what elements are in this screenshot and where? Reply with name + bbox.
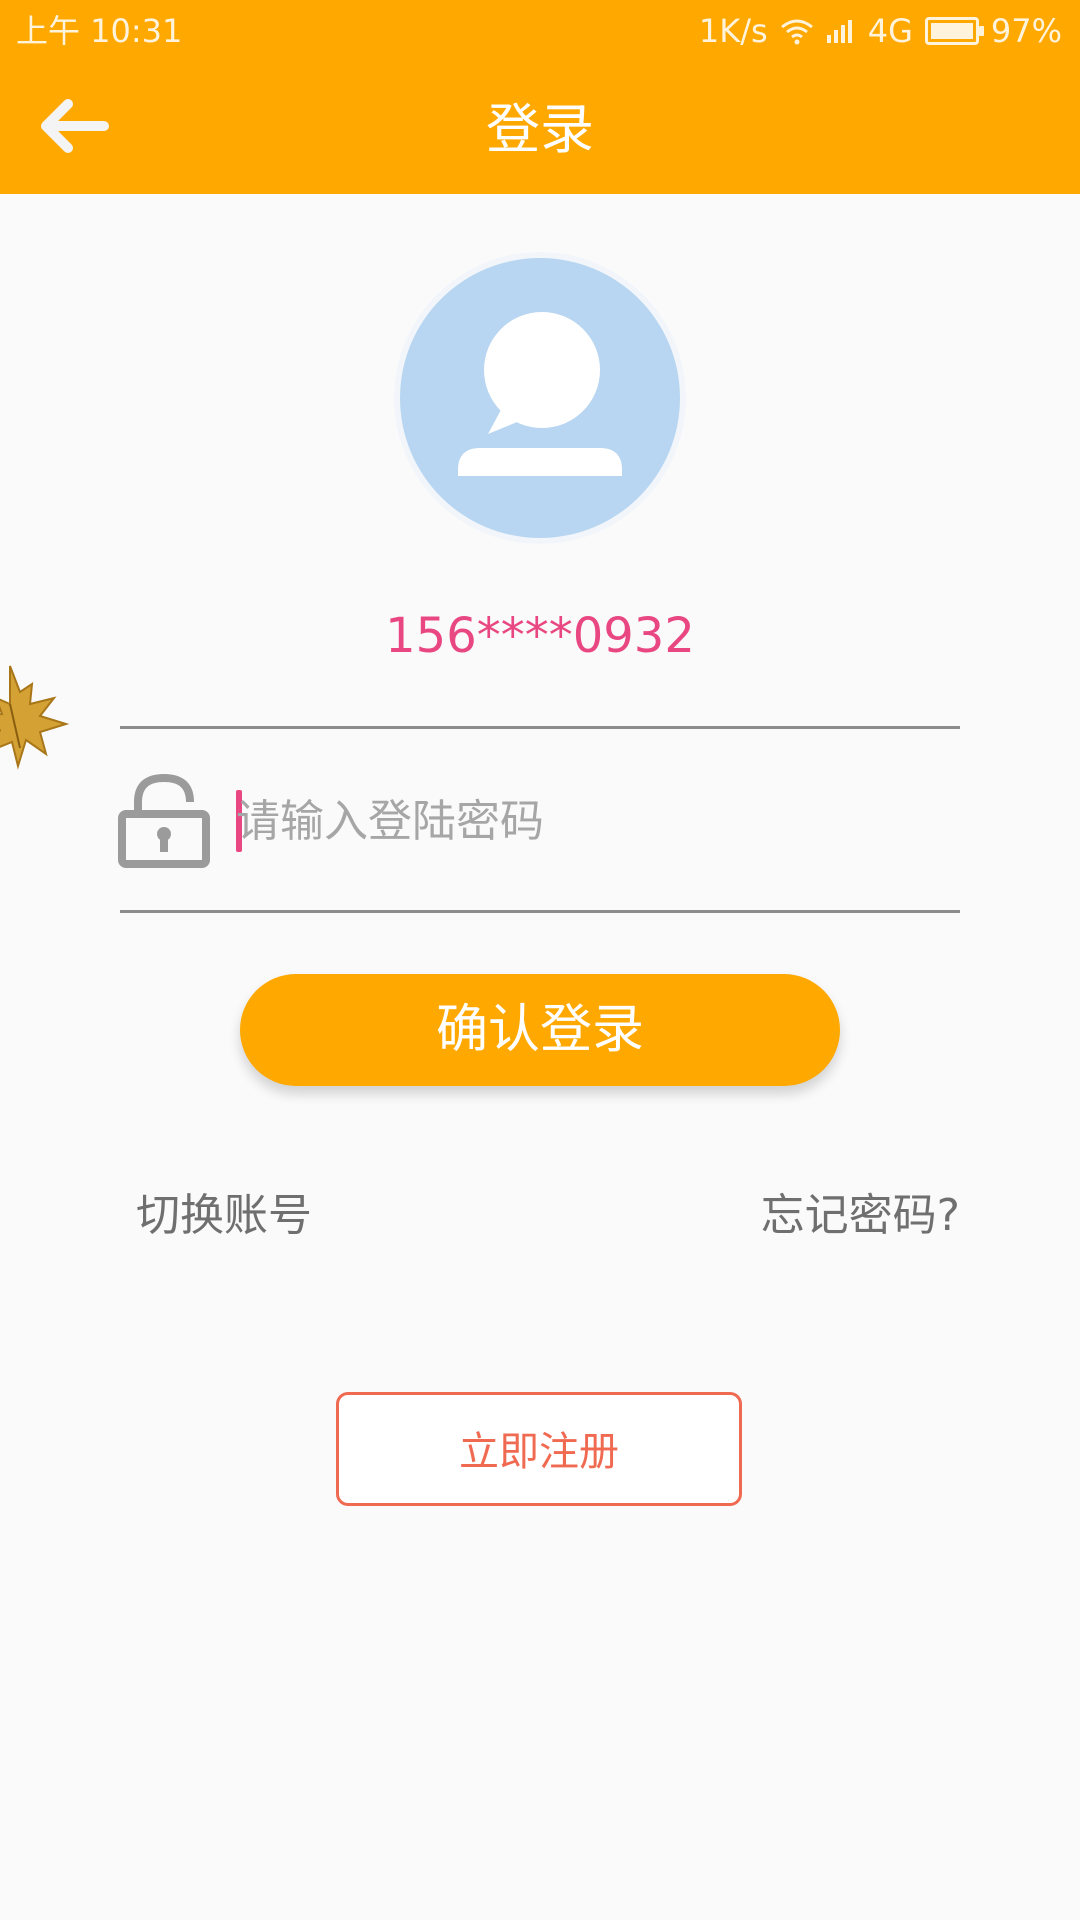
wifi-icon <box>780 17 814 45</box>
user-avatar-icon <box>400 258 680 538</box>
status-time: 上午 10:31 <box>16 12 183 50</box>
register-button[interactable]: 立即注册 <box>336 1392 742 1506</box>
forgot-password-link[interactable]: 忘记密码? <box>761 1186 960 1246</box>
lock-icon <box>118 772 210 868</box>
network-speed: 1K/s <box>698 12 768 50</box>
switch-account-link[interactable]: 切换账号 <box>136 1186 312 1246</box>
phone-number: 156****0932 <box>385 608 695 664</box>
page-title: 登录 <box>486 98 594 161</box>
battery-icon <box>924 17 984 45</box>
confirm-login-button[interactable]: 确认登录 <box>240 974 840 1086</box>
signal-icon <box>826 17 856 45</box>
network-type: 4G <box>867 12 913 50</box>
status-icons: 1K/s 4G 97% <box>699 10 1062 52</box>
battery-percent: 97% <box>990 12 1062 50</box>
password-input[interactable] <box>236 786 956 856</box>
input-divider-bottom <box>120 910 960 913</box>
input-divider-top <box>120 726 960 729</box>
maple-leaf-icon <box>0 658 76 774</box>
